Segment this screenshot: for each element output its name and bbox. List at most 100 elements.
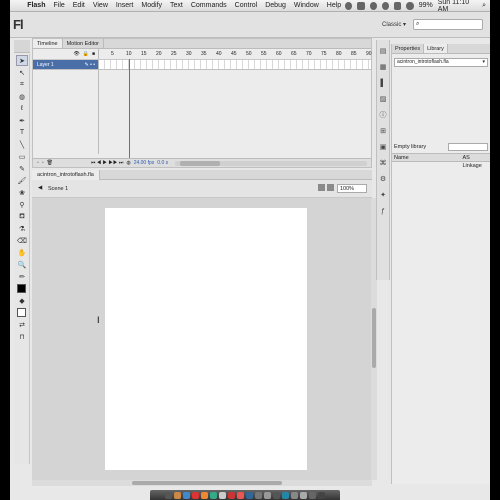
column-name[interactable]: Name (392, 154, 460, 161)
code-snippets-icon[interactable]: ⌘ (378, 158, 388, 168)
menu-file[interactable]: File (49, 2, 68, 9)
info-panel-icon[interactable]: ⓘ (378, 110, 388, 120)
new-folder-icon[interactable]: ▫ (42, 160, 44, 166)
dock-app-icon[interactable] (264, 491, 271, 499)
dock-app-icon[interactable] (318, 491, 325, 499)
stroke-color-icon[interactable]: ✏ (16, 271, 28, 282)
eyedropper-tool-icon[interactable]: ⚗ (16, 223, 28, 234)
transform-panel-icon[interactable]: ⊞ (378, 126, 388, 136)
fill-color-swatch[interactable] (17, 308, 26, 317)
motion-presets-icon[interactable]: ✦ (378, 190, 388, 200)
tab-motion-editor[interactable]: Motion Editor (63, 39, 104, 48)
swatches-panel-icon[interactable]: ▣ (378, 142, 388, 152)
snap-icon[interactable]: ⊓ (16, 331, 28, 342)
pen-tool-icon[interactable]: ✒ (16, 115, 28, 126)
dock-app-icon[interactable] (309, 491, 316, 499)
free-transform-tool-icon[interactable]: ⌗ (16, 79, 28, 90)
components-panel-icon[interactable]: ⚙ (378, 174, 388, 184)
dock-app-icon[interactable] (228, 491, 235, 499)
dock-app-icon[interactable] (237, 491, 244, 499)
deco-tool-icon[interactable]: ❀ (16, 187, 28, 198)
tab-properties[interactable]: Properties (392, 44, 425, 53)
stage[interactable] (105, 208, 307, 470)
subselection-tool-icon[interactable]: ↖ (16, 67, 28, 78)
menu-commands[interactable]: Commands (187, 2, 231, 9)
library-panel-icon[interactable]: ▦ (378, 62, 388, 72)
menu-help[interactable]: Help (323, 2, 345, 9)
new-layer-icon[interactable]: ▫ (37, 160, 39, 166)
menu-debug[interactable]: Debug (261, 2, 290, 9)
color-panel-icon[interactable]: ▨ (378, 94, 388, 104)
dock-app-icon[interactable] (201, 491, 208, 499)
properties-panel-icon[interactable]: ▤ (378, 46, 388, 56)
dock-app-icon[interactable] (183, 491, 190, 499)
back-arrow-icon[interactable]: ◀ (38, 185, 42, 191)
layer-row[interactable]: Layer 1 ✎ • • (33, 60, 371, 70)
stage-horizontal-scrollbar[interactable] (32, 480, 372, 486)
scene-label[interactable]: Scene 1 (48, 186, 68, 192)
status-icon[interactable] (369, 1, 377, 10)
workspace-select[interactable]: Classic ▾ (382, 21, 406, 28)
dock-app-icon[interactable] (255, 491, 262, 499)
dock-app-icon[interactable] (282, 491, 289, 499)
menu-insert[interactable]: Insert (112, 2, 138, 9)
layer-name[interactable]: Layer 1 (37, 62, 54, 68)
stroke-color-swatch[interactable] (17, 284, 26, 293)
text-tool-icon[interactable]: T (16, 127, 28, 138)
menu-control[interactable]: Control (231, 2, 262, 9)
menu-window[interactable]: Window (290, 2, 323, 9)
library-document-select[interactable]: acintron_introtoflash.fla (394, 58, 488, 67)
brush-tool-icon[interactable]: 🖌 (16, 175, 28, 186)
delete-layer-icon[interactable]: 🗑 (47, 160, 53, 166)
layer-name-cell[interactable]: Layer 1 ✎ • • (33, 60, 99, 69)
timeline-scrollbar[interactable] (175, 160, 367, 166)
selection-tool-icon[interactable]: ➤ (16, 55, 28, 66)
hand-tool-icon[interactable]: ✋ (16, 247, 28, 258)
rectangle-tool-icon[interactable]: ▭ (16, 151, 28, 162)
paint-bucket-tool-icon[interactable]: ⛾ (16, 211, 28, 222)
pencil-tool-icon[interactable]: ✎ (16, 163, 28, 174)
edit-scene-icon[interactable] (318, 184, 325, 191)
playback-controls[interactable]: ⏮ ◀ ▶ ▶▶ ⏭ (91, 160, 123, 166)
lasso-tool-icon[interactable]: ℓ (16, 103, 28, 114)
search-input[interactable]: ⌕ (413, 19, 483, 30)
onion-skin-icon[interactable]: ◍ (126, 160, 130, 166)
lock-icon[interactable]: 🔒 (83, 51, 89, 57)
dock-app-icon[interactable] (300, 491, 307, 499)
line-tool-icon[interactable]: ╲ (16, 139, 28, 150)
3d-rotation-tool-icon[interactable]: ◍ (16, 91, 28, 102)
layer-frames[interactable] (99, 60, 371, 69)
pasteboard[interactable] (32, 198, 372, 480)
tab-library[interactable]: Library (424, 44, 448, 53)
dock-app-icon[interactable] (291, 491, 298, 499)
spotlight-icon[interactable]: ⌕ (482, 2, 486, 10)
outline-icon[interactable]: ■ (92, 51, 95, 57)
dock-app-icon[interactable] (246, 491, 253, 499)
column-as-linkage[interactable]: AS Linkage (460, 154, 490, 169)
frame-ruler[interactable]: 5 10 15 20 25 30 35 40 45 50 55 60 65 70 75 80 85 90 (99, 49, 372, 59)
menu-edit[interactable]: Edit (69, 2, 89, 9)
status-icon[interactable] (381, 1, 390, 10)
clock[interactable]: Sun 11:10 AM (438, 0, 477, 13)
dock-app-icon[interactable] (174, 491, 181, 499)
status-icon[interactable] (357, 1, 365, 10)
fps-readout[interactable]: 24.00 fps (134, 160, 155, 166)
dock-app-icon[interactable] (273, 491, 280, 499)
playhead[interactable] (129, 59, 130, 162)
eraser-tool-icon[interactable]: ⌫ (16, 235, 28, 246)
tools-header[interactable] (14, 40, 30, 53)
bone-tool-icon[interactable]: ⚲ (16, 199, 28, 210)
swap-colors-icon[interactable]: ⇄ (16, 319, 28, 330)
battery-percent[interactable]: 99% (419, 2, 433, 9)
zoom-select[interactable]: 100% (337, 184, 367, 193)
align-panel-icon[interactable]: ▌ (378, 78, 388, 88)
menu-modify[interactable]: Modify (137, 2, 166, 9)
menu-app-name[interactable]: Flash (23, 2, 49, 9)
dock-app-icon[interactable] (165, 491, 172, 499)
library-search-input[interactable] (448, 143, 488, 151)
zoom-tool-icon[interactable]: 🔍 (16, 259, 28, 270)
menu-view[interactable]: View (89, 2, 112, 9)
actions-panel-icon[interactable]: ƒ (378, 206, 388, 216)
menu-text[interactable]: Text (166, 2, 187, 9)
dock-app-icon[interactable] (192, 491, 199, 499)
